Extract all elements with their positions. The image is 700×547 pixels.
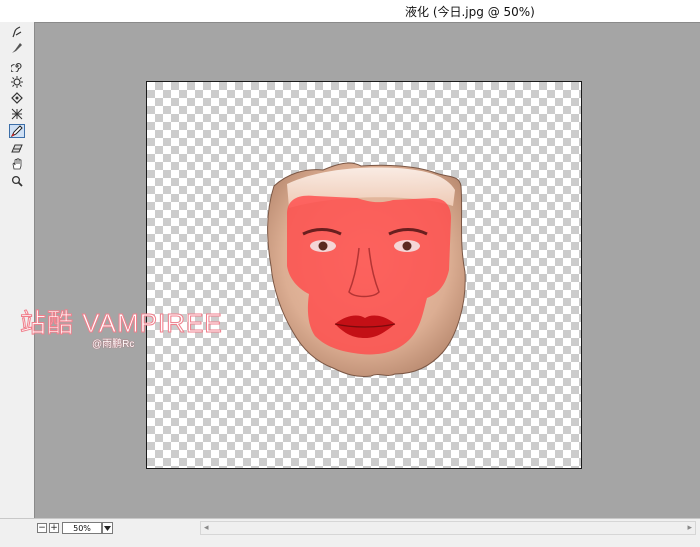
- window-title: 液化 (今日.jpg @ 50%): [405, 5, 535, 19]
- push-left-tool[interactable]: [9, 107, 25, 121]
- bloat-icon: [11, 92, 23, 104]
- thaw-mask-icon: [11, 144, 23, 153]
- warp-icon: [12, 26, 22, 38]
- forward-warp-tool[interactable]: [9, 25, 25, 39]
- scroll-left-icon[interactable]: ◂: [204, 523, 209, 533]
- tool-panel: [0, 22, 34, 527]
- bloat-tool[interactable]: [9, 91, 25, 105]
- reconstruct-tool[interactable]: [9, 41, 25, 55]
- face-image: [267, 162, 466, 377]
- zoom-tool[interactable]: [9, 174, 25, 188]
- zoom-level-field[interactable]: 50%: [62, 522, 102, 534]
- scroll-right-icon[interactable]: ▸: [687, 523, 692, 533]
- hand-icon: [12, 158, 22, 170]
- thaw-mask-tool[interactable]: [9, 141, 25, 155]
- zoom-in-button[interactable]: +: [49, 523, 59, 533]
- horizontal-scrollbar[interactable]: ◂ ▸: [200, 521, 696, 535]
- hand-tool[interactable]: [9, 157, 25, 171]
- push-left-icon: [11, 108, 23, 120]
- title-bar: 液化 (今日.jpg @ 50%): [0, 0, 700, 23]
- magnifier-icon: [11, 175, 23, 187]
- pucker-tool[interactable]: [9, 75, 25, 89]
- watermark-credit: @雨鹏Rc: [92, 339, 135, 350]
- document-canvas[interactable]: [146, 81, 582, 469]
- freeze-mask-icon: [11, 125, 23, 137]
- brush-icon: [12, 43, 22, 53]
- status-bar: − + 50% ◂ ▸: [0, 518, 700, 547]
- pucker-icon: [11, 76, 23, 88]
- twirl-icon: [11, 62, 22, 72]
- chevron-down-icon: [104, 525, 111, 531]
- zoom-out-button[interactable]: −: [37, 523, 47, 533]
- twirl-clockwise-tool[interactable]: [9, 59, 25, 73]
- freeze-mask-tool[interactable]: [9, 124, 25, 138]
- zoom-dropdown-button[interactable]: [102, 522, 113, 534]
- preview-area[interactable]: [34, 22, 700, 518]
